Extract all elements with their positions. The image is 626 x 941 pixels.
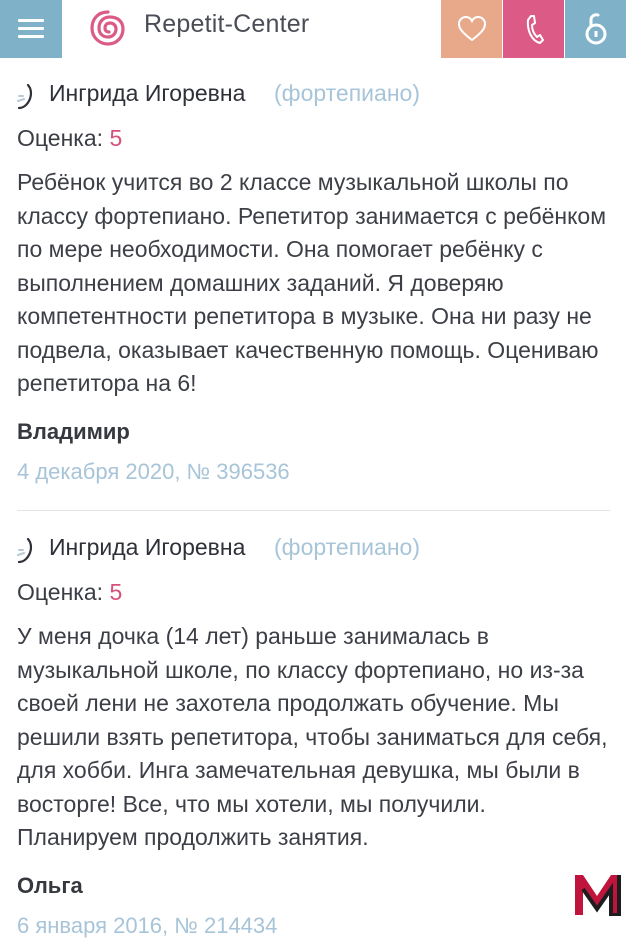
menu-button[interactable] xyxy=(0,0,62,58)
logo-spiral-icon[interactable] xyxy=(88,8,128,48)
teacher-name[interactable]: Ингрида Игоревна xyxy=(49,534,245,561)
call-button[interactable] xyxy=(503,0,564,58)
phone-icon xyxy=(526,15,544,44)
review-text: У меня дочка (14 лет) раньше занималась … xyxy=(17,623,608,850)
review-author: Ольга xyxy=(17,872,83,898)
heart-icon xyxy=(457,15,486,42)
rating-label: Оценка: xyxy=(17,125,104,151)
music-note-icon xyxy=(17,538,33,564)
teacher-subject: (фортепиано) xyxy=(274,534,420,560)
top-header: Repetit-Center xyxy=(0,0,626,58)
review-meta: 6 января 2016, № 214434 xyxy=(17,912,278,938)
rating-value: 5 xyxy=(109,125,123,151)
favorites-button[interactable] xyxy=(441,0,502,58)
review-author: Владимир xyxy=(17,418,130,444)
watermark-logo-icon xyxy=(575,875,621,916)
rating-value: 5 xyxy=(109,579,123,605)
rating-row: Оценка: 5 xyxy=(17,572,609,612)
review-text: Ребёнок учится во 2 классе музыкальной ш… xyxy=(17,169,607,396)
rating-label: Оценка: xyxy=(17,579,104,605)
teacher-subject: (фортепиано) xyxy=(274,80,420,106)
review-header: Ингрида Игоревна (фортепиано) xyxy=(17,528,609,568)
music-note-icon xyxy=(17,84,33,110)
rating-row: Оценка: 5 xyxy=(17,118,609,158)
review-card: Ингрида Игоревна (фортепиано) Оценка: 5 … xyxy=(17,74,609,487)
review-meta: 4 декабря 2020, № 396536 xyxy=(17,458,290,484)
login-button[interactable] xyxy=(565,0,626,58)
teacher-name[interactable]: Ингрида Игоревна xyxy=(49,80,245,107)
review-header: Ингрида Игоревна (фортепиано) xyxy=(17,74,609,114)
login-icon xyxy=(585,13,606,45)
review-divider xyxy=(17,510,610,511)
review-card: Ингрида Игоревна (фортепиано) Оценка: 5 … xyxy=(17,528,609,941)
brand-name[interactable]: Repetit-Center xyxy=(144,10,309,39)
